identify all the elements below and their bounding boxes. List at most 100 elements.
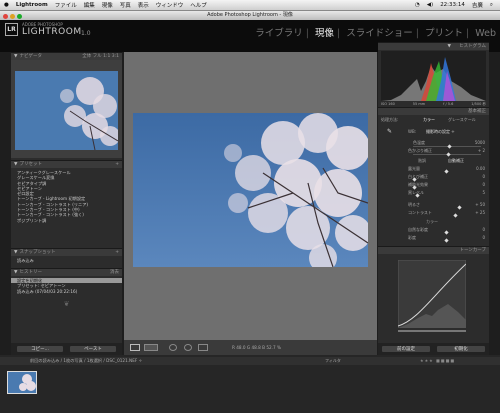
slider-value[interactable]: 0 xyxy=(482,227,485,232)
module-picker: ライブラリ | 現像 | スライドショー | プリント | Web xyxy=(255,28,496,39)
snapshot-item[interactable]: 読み込み xyxy=(11,258,122,263)
right-panel: ヒストグラム ▼ ISO 160 55 mm f / 5.6 1/500 秒 基本補正 … xyxy=(378,42,489,343)
history-item[interactable]: 読み込み (07/04/03 20:22:16) xyxy=(11,289,122,294)
snapshots-header[interactable]: ▼ スナップショット + xyxy=(11,248,122,256)
slider-knob[interactable] xyxy=(446,152,451,157)
auto-tone-button[interactable]: 自動補正 xyxy=(448,158,464,164)
treatment-grayscale[interactable]: グレースケール xyxy=(448,117,476,123)
module-slideshow[interactable]: スライドショー xyxy=(346,28,413,39)
tone-label: 階調 xyxy=(418,158,426,163)
slider-knob[interactable] xyxy=(444,230,449,235)
curve-range-bar[interactable] xyxy=(398,330,466,332)
menu-develop[interactable]: 現像 xyxy=(102,1,113,9)
wb-select[interactable]: 撮影時の設定 ÷ xyxy=(426,129,455,135)
slider-knob[interactable] xyxy=(412,185,417,190)
apple-icon[interactable]: ● xyxy=(4,2,9,8)
slider-knob[interactable] xyxy=(444,169,449,174)
clock[interactable]: 22:33:14 xyxy=(440,2,465,8)
slider-knob[interactable] xyxy=(453,213,458,218)
slider-value[interactable]: 0 xyxy=(482,182,485,187)
snapshots-section: ▼ スナップショット + 読み込み xyxy=(11,248,122,263)
menu-view[interactable]: 表示 xyxy=(138,1,149,9)
menu-edit[interactable]: 編集 xyxy=(84,1,95,9)
preset-item[interactable]: ポジプリント調 xyxy=(11,218,122,223)
tonecurve-header[interactable]: トーンカーブ xyxy=(378,246,489,254)
slider-value[interactable]: + 2 xyxy=(478,148,485,153)
slider-value[interactable]: 0.00 xyxy=(476,166,485,171)
window-title: Adobe Photoshop Lightroom - 現像 xyxy=(207,12,293,18)
panel-end-ornament: ❦ xyxy=(63,299,70,308)
slider-value[interactable]: 0 xyxy=(482,235,485,240)
slider-value[interactable]: 5000 xyxy=(475,140,485,145)
slider-knob[interactable] xyxy=(444,238,449,243)
loupe-view-button[interactable] xyxy=(130,344,140,351)
slider-knob[interactable] xyxy=(457,205,462,210)
before-after-button[interactable] xyxy=(144,344,158,351)
minimize-button[interactable] xyxy=(10,14,15,19)
wifi-icon[interactable]: ◔ xyxy=(415,2,420,8)
brand: LIGHTROOM xyxy=(22,27,82,37)
slider-label: コントラスト xyxy=(408,210,432,215)
close-button[interactable] xyxy=(3,14,8,19)
user-name[interactable]: 吉廣 xyxy=(472,1,483,9)
module-develop[interactable]: 現像 xyxy=(315,28,334,39)
slider-label: 露光量 xyxy=(408,166,420,171)
presets-section: ▼ プリセット + アンティークグレースケール グレースケール変換 セピアタイプ調 … xyxy=(11,160,122,223)
slider-knob[interactable] xyxy=(415,193,420,198)
menu-app[interactable]: Lightroom xyxy=(16,2,48,8)
slider-knob[interactable] xyxy=(447,144,452,149)
filmstrip-info[interactable]: 前回の読み込み / 1枚の写真 / 1枚選択 / DSC_0121.NEF ÷ xyxy=(30,358,142,363)
histogram xyxy=(381,51,486,101)
histogram-header[interactable]: ヒストグラム ▼ xyxy=(378,42,489,50)
version: 1.0 xyxy=(81,30,91,37)
copy-button[interactable]: コピー... xyxy=(16,345,64,353)
menu-help[interactable]: ヘルプ xyxy=(190,1,207,9)
filter-label[interactable]: フィルタ xyxy=(325,358,341,364)
rating-filter-icons[interactable]: ★★★ ■■■■ xyxy=(420,358,455,363)
zoom-button[interactable] xyxy=(17,14,22,19)
navigator-thumbnail[interactable] xyxy=(15,71,118,150)
slider-value[interactable]: 5 xyxy=(482,190,485,195)
redeye-tool-icon[interactable] xyxy=(184,344,192,351)
mac-menubar: ● Lightroom ファイル 編集 現像 写真 表示 ウィンドウ ヘルプ ◔… xyxy=(0,0,500,11)
slider-knob[interactable] xyxy=(412,177,417,182)
paste-button[interactable]: ペースト xyxy=(69,345,117,353)
wb-label: WB: xyxy=(408,129,417,134)
previous-settings-button[interactable]: 前の設定 xyxy=(381,345,431,353)
tone-curve-graph[interactable] xyxy=(398,260,466,328)
slider-value[interactable]: + 25 xyxy=(475,210,485,215)
filmstrip-thumbnail[interactable] xyxy=(7,371,37,394)
basic-section: 基本補正 処理方法: カラー グレースケール ✎ WB: 撮影時の設定 ÷ 色温… xyxy=(378,107,489,243)
crop-tool-icon[interactable] xyxy=(169,344,177,351)
module-library[interactable]: ライブラリ xyxy=(255,28,303,39)
slider-value[interactable]: + 50 xyxy=(475,202,485,207)
presets-header[interactable]: ▼ プリセット + xyxy=(11,160,122,168)
menu-window[interactable]: ウィンドウ xyxy=(156,1,184,9)
history-header[interactable]: ▼ ヒストリー 消去 xyxy=(11,268,122,276)
wb-eyedropper-icon[interactable]: ✎ xyxy=(387,128,392,135)
treatment-label: 処理方法: xyxy=(381,117,399,122)
spotlight-icon[interactable]: ⌕ xyxy=(490,2,493,9)
navigator-header[interactable]: ▼ ナビゲータ 全体 フル 1:1 3:1 xyxy=(11,52,122,60)
window-titlebar: Adobe Photoshop Lightroom - 現像 xyxy=(0,11,500,20)
presence-label: カラー xyxy=(426,219,438,224)
history-section: ▼ ヒストリー 消去 設定を初期化 プリセット: セピアトーン 読み込み (07/0… xyxy=(11,268,122,308)
slider-label: 明るさ xyxy=(408,202,420,207)
basic-header[interactable]: 基本補正 xyxy=(378,107,489,115)
menu-photo[interactable]: 写真 xyxy=(120,1,131,9)
main-photo[interactable] xyxy=(133,113,368,267)
slider-value[interactable]: 0 xyxy=(482,174,485,179)
history-clear-button[interactable]: 消去 xyxy=(110,269,119,277)
volume-icon[interactable]: ◀) xyxy=(427,2,433,8)
reset-button[interactable]: 初期化 xyxy=(436,345,486,353)
treatment-color[interactable]: カラー xyxy=(423,117,435,123)
lr-badge: LR xyxy=(5,23,18,36)
slider-label: 彩度 xyxy=(408,235,416,240)
module-print[interactable]: プリント xyxy=(425,28,463,39)
white-balance-tool-icon[interactable] xyxy=(198,344,208,351)
rgb-readout: R 48.0 G 48.8 B 52.7 % xyxy=(232,345,281,350)
tonecurve-section: トーンカーブ xyxy=(378,246,489,332)
menu-file[interactable]: ファイル xyxy=(55,1,77,9)
slider-label: 自然な彩度 xyxy=(408,227,428,232)
module-web[interactable]: Web xyxy=(475,28,496,39)
